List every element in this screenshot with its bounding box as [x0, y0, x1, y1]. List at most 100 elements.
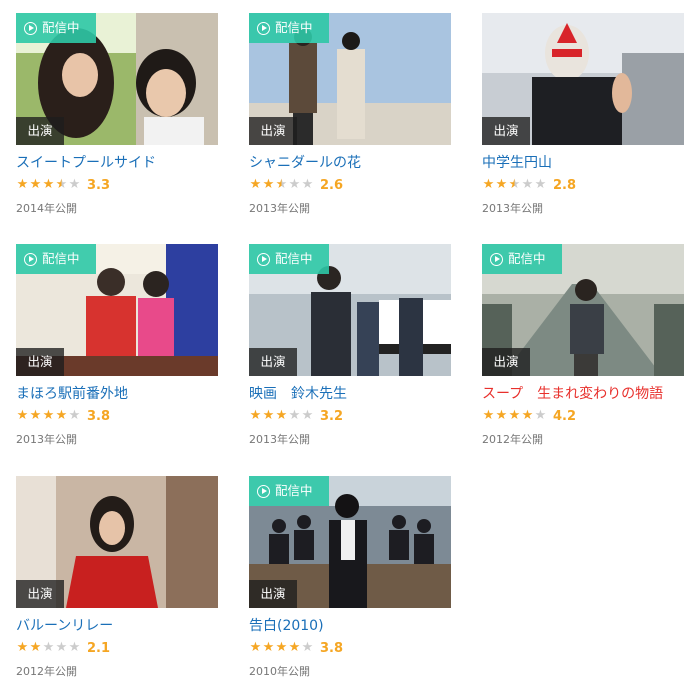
- role-badge: 出演: [249, 580, 297, 608]
- play-circle-icon: [24, 252, 37, 266]
- film-thumbnail[interactable]: 配信中 出演: [249, 476, 451, 608]
- star-full-icon: ★: [42, 177, 55, 192]
- star-rating: ★ ★ ★ ★ ★: [16, 640, 81, 656]
- star-full-icon: ★: [249, 640, 262, 655]
- star-empty-icon: ★: [301, 177, 314, 192]
- film-rating: ★ ★ ★ ★ ★ 2.1: [16, 638, 218, 658]
- star-empty-icon: ★: [521, 177, 534, 192]
- star-full-icon: ★: [275, 408, 288, 423]
- star-full-icon: ★: [288, 640, 301, 655]
- film-title-link[interactable]: スープ 生まれ変わりの物語: [482, 383, 684, 405]
- release-year: 2013年公開: [482, 202, 543, 215]
- streaming-badge: 配信中: [249, 244, 329, 274]
- star-full-icon: ★: [262, 408, 275, 423]
- film-title-link[interactable]: 中学生円山: [482, 152, 684, 174]
- streaming-badge: 配信中: [249, 476, 329, 506]
- play-circle-icon: [257, 252, 270, 266]
- star-half-icon: ★: [275, 177, 288, 192]
- star-rating: ★ ★ ★ ★ ★: [16, 177, 81, 193]
- star-empty-icon: ★: [301, 640, 314, 655]
- star-full-icon: ★: [29, 408, 42, 423]
- role-badge: 出演: [16, 348, 64, 376]
- role-badge: 出演: [249, 348, 297, 376]
- film-card[interactable]: 配信中 出演 スープ 生まれ変わりの物語 ★ ★ ★ ★ ★ 4.2 2012年公開: [482, 244, 684, 448]
- film-card[interactable]: 出演 バルーンリレー ★ ★ ★ ★ ★ 2.1 2012年公開: [16, 476, 218, 680]
- star-empty-icon: ★: [68, 408, 81, 423]
- star-empty-icon: ★: [68, 177, 81, 192]
- streaming-label: 配信中: [275, 20, 313, 35]
- star-full-icon: ★: [482, 408, 495, 423]
- star-empty-icon: ★: [55, 640, 68, 655]
- star-full-icon: ★: [16, 640, 29, 655]
- rating-score: 3.8: [320, 640, 344, 656]
- film-thumbnail[interactable]: 配信中 出演: [249, 13, 451, 145]
- star-empty-icon: ★: [288, 408, 301, 423]
- star-empty-icon: ★: [534, 408, 547, 423]
- star-full-icon: ★: [275, 640, 288, 655]
- film-rating: ★ ★ ★ ★ ★ 3.8: [249, 638, 451, 658]
- streaming-badge: 配信中: [482, 244, 562, 274]
- film-thumbnail[interactable]: 配信中 出演: [482, 244, 684, 376]
- streaming-badge: 配信中: [249, 13, 329, 43]
- star-full-icon: ★: [55, 408, 68, 423]
- star-empty-icon: ★: [68, 640, 81, 655]
- film-card[interactable]: 配信中 出演 まほろ駅前番外地 ★ ★ ★ ★ ★ 3.8 2013年公開: [16, 244, 218, 448]
- star-rating: ★ ★ ★ ★ ★: [249, 177, 314, 193]
- film-card[interactable]: 配信中 出演 スイートプールサイド ★ ★ ★ ★ ★ 3.3 2014年公開: [16, 13, 218, 217]
- rating-score: 4.2: [553, 408, 577, 424]
- role-badge: 出演: [16, 117, 64, 145]
- release-year: 2014年公開: [16, 202, 77, 215]
- role-badge: 出演: [482, 117, 530, 145]
- film-rating: ★ ★ ★ ★ ★ 3.2: [249, 406, 451, 426]
- film-rating: ★ ★ ★ ★ ★ 2.8: [482, 175, 684, 195]
- star-full-icon: ★: [482, 177, 495, 192]
- film-rating: ★ ★ ★ ★ ★ 3.8: [16, 406, 218, 426]
- film-card[interactable]: 配信中 出演 シャニダールの花 ★ ★ ★ ★ ★ 2.6 2013年公開: [249, 13, 451, 217]
- release-year: 2013年公開: [249, 202, 310, 215]
- star-full-icon: ★: [262, 177, 275, 192]
- star-full-icon: ★: [16, 177, 29, 192]
- rating-score: 2.1: [87, 640, 111, 656]
- play-circle-icon: [257, 21, 270, 35]
- role-badge: 出演: [16, 580, 64, 608]
- rating-score: 3.3: [87, 177, 111, 193]
- star-full-icon: ★: [29, 640, 42, 655]
- film-thumbnail[interactable]: 配信中 出演: [16, 244, 218, 376]
- star-full-icon: ★: [495, 408, 508, 423]
- star-empty-icon: ★: [42, 640, 55, 655]
- play-circle-icon: [24, 21, 37, 35]
- film-title-link[interactable]: スイートプールサイド: [16, 152, 218, 174]
- film-thumbnail[interactable]: 配信中 出演: [16, 13, 218, 145]
- film-thumbnail[interactable]: 出演: [16, 476, 218, 608]
- film-rating: ★ ★ ★ ★ ★ 3.3: [16, 175, 218, 195]
- rating-score: 3.2: [320, 408, 344, 424]
- role-badge: 出演: [482, 348, 530, 376]
- film-rating: ★ ★ ★ ★ ★ 4.2: [482, 406, 684, 426]
- film-card[interactable]: 配信中 出演 告白(2010) ★ ★ ★ ★ ★ 3.8 2010年公開: [249, 476, 451, 680]
- streaming-label: 配信中: [42, 20, 80, 35]
- star-empty-icon: ★: [534, 177, 547, 192]
- star-rating: ★ ★ ★ ★ ★: [249, 408, 314, 424]
- streaming-label: 配信中: [42, 251, 80, 266]
- film-title-link[interactable]: シャニダールの花: [249, 152, 451, 174]
- star-rating: ★ ★ ★ ★ ★: [482, 408, 547, 424]
- star-full-icon: ★: [495, 177, 508, 192]
- rating-score: 3.8: [87, 408, 111, 424]
- star-half-icon: ★: [508, 177, 521, 192]
- film-thumbnail[interactable]: 配信中 出演: [249, 244, 451, 376]
- play-circle-icon: [257, 484, 270, 498]
- film-title-link[interactable]: まほろ駅前番外地: [16, 383, 218, 405]
- film-title-link[interactable]: 告白(2010): [249, 615, 451, 637]
- film-title-link[interactable]: バルーンリレー: [16, 615, 218, 637]
- star-empty-icon: ★: [288, 177, 301, 192]
- star-rating: ★ ★ ★ ★ ★: [16, 408, 81, 424]
- star-half-icon: ★: [55, 177, 68, 192]
- film-title-link[interactable]: 映画 鈴木先生: [249, 383, 451, 405]
- film-card[interactable]: 配信中 出演 映画 鈴木先生 ★ ★ ★ ★ ★ 3.2 2013年公開: [249, 244, 451, 448]
- streaming-label: 配信中: [508, 251, 546, 266]
- film-card[interactable]: 出演 中学生円山 ★ ★ ★ ★ ★ 2.8 2013年公開: [482, 13, 684, 217]
- film-thumbnail[interactable]: 出演: [482, 13, 684, 145]
- streaming-badge: 配信中: [16, 13, 96, 43]
- star-full-icon: ★: [42, 408, 55, 423]
- rating-score: 2.6: [320, 177, 344, 193]
